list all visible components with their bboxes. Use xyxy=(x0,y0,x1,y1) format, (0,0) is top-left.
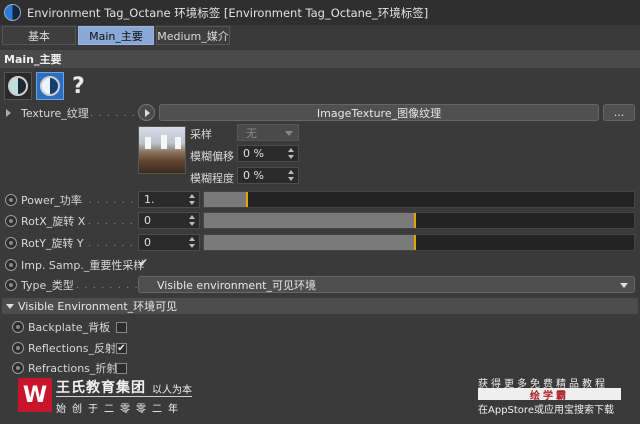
visible-environment-group[interactable]: Visible Environment_环境可见 xyxy=(2,298,638,314)
power-row: Power_功率 . . . . . . . . . . 1. xyxy=(0,190,640,210)
roty-label: RotY_旋转 Y xyxy=(21,237,84,250)
tab-basic[interactable]: 基本 xyxy=(2,26,76,45)
environment-mode-button[interactable] xyxy=(4,72,32,100)
texture-thumbnail xyxy=(138,126,186,174)
animate-radio[interactable] xyxy=(12,362,24,374)
texture-more-button[interactable]: ... xyxy=(603,104,635,121)
type-value: Visible environment_可见环境 xyxy=(157,278,316,292)
promo-badge: 绘学霸 xyxy=(478,388,621,402)
slider-fill xyxy=(204,235,415,250)
tab-bar: 基本 Main_主要 Medium_媒介 xyxy=(2,26,230,45)
roty-value: 0 xyxy=(144,236,151,249)
power-slider[interactable] xyxy=(203,191,635,208)
tab-medium[interactable]: Medium_媒介 xyxy=(156,26,230,45)
thumbnail-window xyxy=(145,137,151,149)
octane-tag-icon xyxy=(4,4,21,21)
backplate-label: Backplate_背板 xyxy=(28,321,111,334)
brand-divider xyxy=(56,396,192,397)
backplate-checkbox[interactable] xyxy=(116,321,127,333)
spinner-icon[interactable] xyxy=(189,237,196,248)
animate-radio[interactable] xyxy=(12,342,24,354)
help-icon[interactable]: ? xyxy=(72,74,85,99)
promo-download-text: 在AppStore或应用宝搜索下载 xyxy=(478,405,614,416)
roty-field[interactable]: 0 xyxy=(138,234,200,251)
blur-offset-label: 模糊偏移 xyxy=(190,150,234,163)
slider-fill xyxy=(204,213,415,228)
brand-slogan: 以人为本 xyxy=(152,385,192,396)
label-dots: . . . . . . . xyxy=(90,107,145,119)
backplate-row: Backplate_背板 xyxy=(0,317,640,337)
expand-arrow-icon[interactable] xyxy=(6,109,11,117)
rotx-field[interactable]: 0 xyxy=(138,212,200,229)
imp-samp-row: Imp. Samp._重要性采样 xyxy=(0,255,640,275)
refractions-checkbox[interactable] xyxy=(116,362,127,374)
rotx-value: 0 xyxy=(144,214,151,227)
blur-scale-value: 0 % xyxy=(243,169,264,182)
animate-radio[interactable] xyxy=(12,321,24,333)
spinner-icon[interactable] xyxy=(189,194,196,205)
slider-knob[interactable] xyxy=(413,213,416,228)
texture-field[interactable]: ImageTexture_图像纹理 xyxy=(159,104,599,121)
type-label: Type_类型 xyxy=(21,279,74,292)
animate-radio[interactable] xyxy=(5,194,17,206)
texture-label: Texture_纹理 xyxy=(21,107,89,120)
collapse-triangle-icon xyxy=(6,303,14,309)
rotx-label: RotX_旋转 X xyxy=(21,215,86,228)
title-bar: Environment Tag_Octane 环境标签 [Environment… xyxy=(0,0,640,25)
imp-samp-label: Imp. Samp._重要性采样 xyxy=(21,259,145,272)
slider-knob[interactable] xyxy=(413,235,416,250)
sampling-select[interactable]: 无 xyxy=(237,124,299,141)
roty-row: RotY_旋转 Y . . . . . . . . 0 xyxy=(0,233,640,253)
blur-offset-field[interactable]: 0 % xyxy=(237,145,299,162)
thumbnail-window xyxy=(161,135,167,149)
spinner-icon[interactable] xyxy=(288,170,295,181)
animate-radio[interactable] xyxy=(5,259,17,271)
blur-scale-label: 模糊程度 xyxy=(190,172,234,185)
sampling-label: 采样 xyxy=(190,128,212,141)
imp-samp-checkbox[interactable]: ✔ xyxy=(138,257,150,269)
reflections-checkbox[interactable]: ✔ xyxy=(116,342,127,354)
section-title: Main_主要 xyxy=(0,50,640,68)
window-title: Environment Tag_Octane 环境标签 [Environment… xyxy=(27,5,429,20)
icon-toolbar: ? xyxy=(4,72,85,100)
rotx-row: RotX_旋转 X . . . . . . . . 0 xyxy=(0,211,640,231)
spinner-icon[interactable] xyxy=(189,215,196,226)
animate-radio[interactable] xyxy=(5,215,17,227)
chevron-down-icon xyxy=(285,131,293,136)
power-field[interactable]: 1. xyxy=(138,191,200,208)
roty-slider[interactable] xyxy=(203,234,635,251)
power-label: Power_功率 xyxy=(21,194,82,207)
sampling-value: 无 xyxy=(246,126,257,140)
power-value: 1. xyxy=(144,193,155,206)
brand-logo: W xyxy=(18,378,52,412)
spinner-icon[interactable] xyxy=(288,148,295,159)
brand-name: 王氏教育集团 xyxy=(56,380,146,396)
blur-scale-field[interactable]: 0 % xyxy=(237,167,299,184)
reflections-row: Reflections_反射 ✔ xyxy=(0,338,640,358)
tab-main[interactable]: Main_主要 xyxy=(78,26,154,45)
texture-play-button[interactable] xyxy=(138,104,155,121)
reflections-label: Reflections_反射 xyxy=(28,342,116,355)
half-circle-icon xyxy=(8,76,28,96)
thumbnail-window xyxy=(175,137,181,149)
animate-radio[interactable] xyxy=(5,237,17,249)
slider-fill xyxy=(204,192,247,207)
slider-knob[interactable] xyxy=(246,192,248,207)
half-circle-icon xyxy=(40,76,60,96)
type-select[interactable]: Visible environment_可见环境 xyxy=(138,276,635,293)
group-title: Visible Environment_环境可见 xyxy=(18,300,178,313)
rotx-slider[interactable] xyxy=(203,212,635,229)
refractions-label: Refractions_折射 xyxy=(28,362,118,375)
blur-offset-value: 0 % xyxy=(243,147,264,160)
environment-mode-active-button[interactable] xyxy=(36,72,64,100)
chevron-down-icon xyxy=(620,283,628,288)
animate-radio[interactable] xyxy=(5,279,17,291)
brand-subtitle: 始创于二零零二年 xyxy=(56,404,184,415)
